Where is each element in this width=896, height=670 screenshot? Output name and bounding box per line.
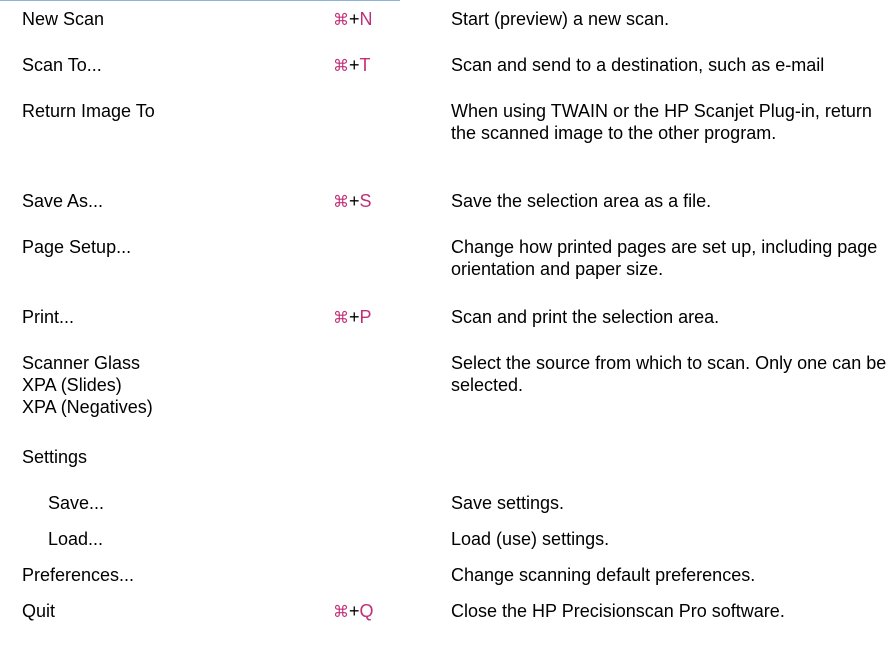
description-cell: Change scanning default preferences. (451, 565, 756, 585)
command-name: XPA (Slides) (22, 375, 122, 395)
command-name: Page Setup... (22, 237, 132, 257)
command-name: Settings (22, 447, 88, 467)
top-rule (0, 0, 400, 1)
shortcut-key: N (359, 9, 373, 29)
command-name: Save... (48, 493, 105, 513)
table-row: Scanner Glass XPA (Slides) XPA (Negatives)… (0, 352, 896, 446)
command-key-icon: ⌘ (333, 194, 349, 211)
table-row: Save... Save settings. (0, 492, 896, 528)
keyboard-shortcut: ⌘+T (333, 55, 371, 75)
command-key-icon: ⌘ (333, 12, 349, 29)
shortcut-plus: + (349, 55, 360, 75)
command-cell: New Scan (0, 8, 333, 54)
description-cell: Select the source from which to scan. On… (451, 353, 887, 395)
shortcut-cell: ⌘+T (333, 54, 451, 100)
description-cell: Start (preview) a new scan. (451, 9, 670, 29)
keyboard-shortcut: ⌘+P (333, 307, 372, 327)
keyboard-shortcut: ⌘+Q (333, 601, 374, 621)
shortcut-plus: + (349, 9, 360, 29)
table-row: Scan To... ⌘+T Scan and send to a destinat… (0, 54, 896, 100)
shortcut-key: Q (359, 601, 374, 621)
command-cell: Page Setup... (0, 236, 333, 306)
table-row: Page Setup... Change how printed pages ar… (0, 236, 896, 306)
menu-command-table: New Scan ⌘+N Start (preview) a new scan. Sc… (0, 8, 896, 640)
command-cell: Save... (0, 492, 333, 528)
table-row: Quit ⌘+Q Close the HP Precisionscan Pro so… (0, 600, 896, 640)
shortcut-cell: ⌘+N (333, 8, 451, 54)
command-key-icon: ⌘ (333, 604, 349, 621)
command-name: Save As... (22, 191, 104, 211)
description-cell: When using TWAIN or the HP Scanjet Plug-… (451, 101, 872, 143)
command-cell: Scanner Glass XPA (Slides) XPA (Negatives) (0, 352, 333, 446)
table-row: Save As... ⌘+S Save the selection area as … (0, 190, 896, 236)
shortcut-key: T (359, 55, 371, 75)
command-cell: Load... (0, 528, 333, 564)
keyboard-shortcut: ⌘+S (333, 191, 372, 211)
description-cell: Change how printed pages are set up, inc… (451, 237, 878, 279)
command-cell: Settings (0, 446, 333, 492)
command-cell: Scan To... (0, 54, 333, 100)
table-row: New Scan ⌘+N Start (preview) a new scan. (0, 8, 896, 54)
command-cell: Save As... (0, 190, 333, 236)
shortcut-cell (333, 564, 451, 600)
description-cell: Close the HP Precisionscan Pro software. (451, 601, 785, 621)
table-row: Load... Load (use) settings. (0, 528, 896, 564)
shortcut-cell (333, 100, 451, 190)
description-cell: Load (use) settings. (451, 529, 610, 549)
table-body: New Scan ⌘+N Start (preview) a new scan. Sc… (0, 8, 896, 640)
table-row: Preferences... Change scanning default pr… (0, 564, 896, 600)
command-cell: Print... (0, 306, 333, 352)
command-key-icon: ⌘ (333, 58, 349, 75)
shortcut-key: S (359, 191, 372, 211)
shortcut-plus: + (349, 191, 360, 211)
shortcut-cell: ⌘+P (333, 306, 451, 352)
command-name: New Scan (22, 9, 105, 29)
command-name: Quit (22, 601, 56, 621)
command-name: Print... (22, 307, 75, 327)
command-name: Load... (48, 529, 104, 549)
shortcut-cell (333, 492, 451, 528)
keyboard-shortcut: ⌘+N (333, 9, 373, 29)
description-cell: Save the selection area as a file. (451, 191, 712, 211)
shortcut-cell: ⌘+Q (333, 600, 451, 640)
shortcut-cell (333, 352, 451, 446)
description-cell: Scan and print the selection area. (451, 307, 720, 327)
command-cell: Return Image To (0, 100, 333, 190)
shortcut-cell: ⌘+S (333, 190, 451, 236)
description-cell (451, 446, 896, 492)
table-row: Return Image To When using TWAIN or the H… (0, 100, 896, 190)
shortcut-cell (333, 236, 451, 306)
command-name: Scan To... (22, 55, 102, 75)
command-cell: Quit (0, 600, 333, 640)
shortcut-key: P (359, 307, 372, 327)
description-cell: Scan and send to a destination, such as … (451, 55, 825, 75)
command-cell: Preferences... (0, 564, 333, 600)
command-name: Return Image To (22, 101, 155, 121)
shortcut-plus: + (349, 601, 360, 621)
shortcut-cell (333, 446, 451, 492)
command-name: Scanner Glass (22, 353, 141, 373)
table-row: Print... ⌘+P Scan and print the selection … (0, 306, 896, 352)
command-key-icon: ⌘ (333, 310, 349, 327)
command-name: Preferences... (22, 565, 135, 585)
description-cell: Save settings. (451, 493, 565, 513)
command-name: XPA (Negatives) (22, 397, 153, 417)
table-row: Settings (0, 446, 896, 492)
shortcut-cell (333, 528, 451, 564)
shortcut-plus: + (349, 307, 360, 327)
